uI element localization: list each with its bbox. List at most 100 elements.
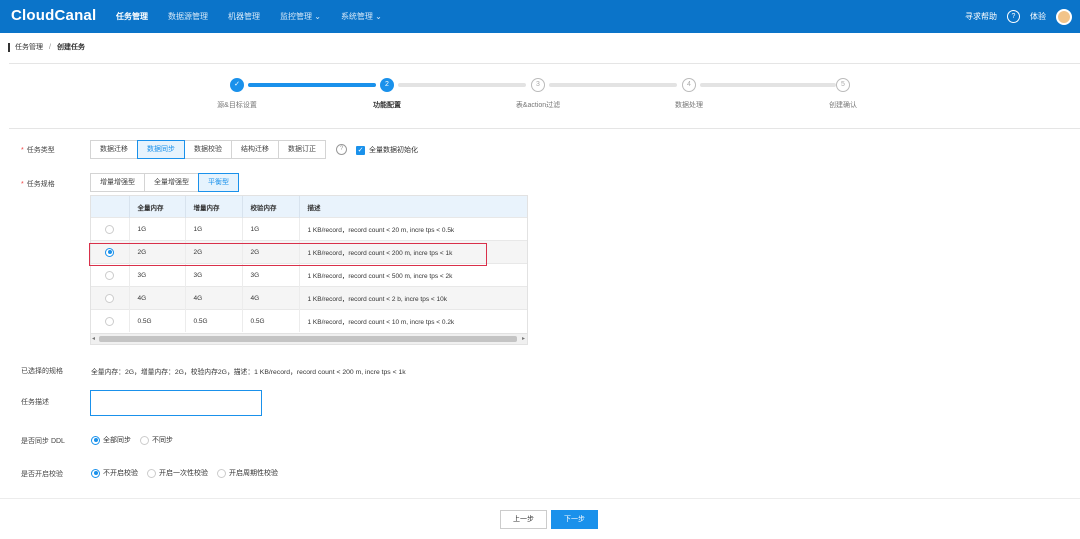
row-radio[interactable]: [105, 224, 115, 234]
task-type-group: 数据迁移 数据同步 数据校验 结构迁移 数据订正: [90, 140, 326, 159]
radio-selected[interactable]: [91, 468, 100, 478]
nav-item-task-management[interactable]: 任务管理: [106, 0, 158, 33]
user-name[interactable]: 体验: [1030, 11, 1046, 22]
cell-incr-memory: 2G: [185, 240, 243, 264]
full-init-label[interactable]: 全量数据初始化: [369, 145, 418, 155]
full-init-checkbox[interactable]: ✓: [356, 145, 365, 155]
cell-full-memory: 0.5G: [129, 309, 186, 332]
step-4-circle: 4: [682, 78, 696, 92]
sync-ddl-option-all-label: 全部同步: [103, 437, 131, 444]
verify-radio-group: 不开启校验 开启一次性校验 开启周期性校验: [91, 468, 287, 478]
step-2-label: 功能配置: [373, 102, 401, 109]
col-header-full-memory: 全量内存: [129, 196, 186, 218]
step-line-1: [248, 83, 376, 87]
scroll-right-arrow-icon[interactable]: ▸: [522, 335, 525, 342]
step-4-label: 数据处理: [675, 102, 703, 109]
radio-selected[interactable]: [91, 435, 100, 445]
verify-option-off-label: 不开启校验: [103, 470, 138, 477]
cell-full-memory: 1G: [129, 217, 186, 241]
task-type-migration[interactable]: 数据迁移: [90, 140, 138, 159]
radio[interactable]: [147, 468, 156, 478]
nav-item-system-management[interactable]: 系统管理 ⌄: [331, 0, 392, 33]
step-2-circle: 2: [380, 78, 394, 92]
spec-table-grid: 全量内存 增量内存 校验内存 描述 1G 1G 1G 1 KB/record，r…: [91, 196, 527, 332]
spec-balanced[interactable]: 平衡型: [198, 173, 239, 192]
cell-full-memory: 3G: [129, 263, 186, 287]
selected-spec-label: 已选择的规格: [21, 368, 63, 375]
task-desc-textarea[interactable]: [90, 390, 262, 416]
help-link[interactable]: 寻求帮助: [965, 11, 997, 22]
verify-option-off[interactable]: 不开启校验: [91, 468, 138, 478]
table-row[interactable]: 2G 2G 2G 1 KB/record，record count < 200 …: [91, 240, 527, 264]
verify-option-once-label: 开启一次性校验: [159, 470, 208, 477]
step-line-4: [700, 83, 836, 87]
step-progress: ✓ 2 3 4 5 源&目标设置 功能配置 表&action过滤 数据处理 创建…: [9, 64, 1080, 129]
cell-incr-memory: 4G: [185, 286, 243, 310]
question-circle-icon[interactable]: ?: [1007, 10, 1020, 23]
step-3-label: 表&action过滤: [515, 102, 561, 109]
task-type-correction[interactable]: 数据订正: [278, 140, 326, 159]
prev-step-button[interactable]: 上一步: [500, 510, 547, 529]
verify-option-once[interactable]: 开启一次性校验: [147, 468, 208, 478]
question-circle-icon[interactable]: ?: [336, 144, 347, 155]
breadcrumb-root[interactable]: 任务管理: [15, 42, 43, 52]
cell-description: 1 KB/record，record count < 200 m, incre …: [299, 240, 527, 264]
radio[interactable]: [217, 468, 226, 478]
table-row[interactable]: 3G 3G 3G 1 KB/record，record count < 500 …: [91, 263, 527, 287]
cell-incr-memory: 1G: [185, 217, 243, 241]
full-init-checkbox-wrap: ✓ 全量数据初始化: [356, 145, 418, 155]
step-3-circle: 3: [531, 78, 545, 92]
task-spec-group: 增量增强型 全量增强型 平衡型: [90, 173, 239, 192]
top-navbar: CloudCanal 任务管理 数据源管理 机器管理 监控管理 ⌄ 系统管理 ⌄…: [0, 0, 1080, 33]
cell-description: 1 KB/record，record count < 10 m, incre t…: [299, 309, 527, 332]
cell-description: 1 KB/record，record count < 20 m, incre t…: [299, 217, 527, 241]
table-horizontal-scrollbar[interactable]: ◂ ▸: [91, 333, 527, 344]
cell-verify-memory: 3G: [242, 263, 300, 287]
main-nav: 任务管理 数据源管理 机器管理 监控管理 ⌄ 系统管理 ⌄: [106, 0, 392, 33]
cell-description: 1 KB/record，record count < 500 m, incre …: [299, 263, 527, 287]
col-header-incr-memory: 增量内存: [185, 196, 243, 218]
scroll-thumb[interactable]: [99, 336, 517, 342]
cell-description: 1 KB/record，record count < 2 b, incre tp…: [299, 286, 527, 310]
selected-spec-value: 全量内存：2G，增量内存：2G，校验内存2G，描述：1 KB/record，re…: [91, 369, 406, 376]
nav-item-datasource-management[interactable]: 数据源管理: [158, 0, 218, 33]
spec-incremental-enhanced[interactable]: 增量增强型: [90, 173, 145, 192]
task-spec-label: * 任务规格: [21, 179, 55, 189]
task-type-sync[interactable]: 数据同步: [137, 140, 185, 159]
task-spec-label-text: 任务规格: [26, 181, 55, 188]
col-header-verify-memory: 校验内存: [242, 196, 300, 218]
task-type-label: * 任务类型: [21, 145, 55, 155]
cell-verify-memory: 0.5G: [242, 309, 300, 332]
scroll-left-arrow-icon[interactable]: ◂: [92, 335, 95, 342]
next-step-button[interactable]: 下一步: [551, 510, 598, 529]
row-radio[interactable]: [105, 316, 115, 326]
step-5-circle: 5: [836, 78, 850, 92]
row-radio[interactable]: [105, 293, 115, 303]
radio[interactable]: [140, 435, 149, 445]
breadcrumb-separator: /: [49, 43, 51, 51]
step-1-label: 源&目标设置: [217, 102, 257, 109]
sync-ddl-option-none-label: 不同步: [152, 437, 173, 444]
verify-option-periodic[interactable]: 开启周期性校验: [217, 468, 278, 478]
row-radio[interactable]: [105, 270, 115, 280]
task-type-structure[interactable]: 结构迁移: [231, 140, 279, 159]
spec-full-enhanced[interactable]: 全量增强型: [144, 173, 199, 192]
avatar[interactable]: [1056, 8, 1072, 25]
step-line-2: [398, 83, 526, 87]
nav-item-monitor-management[interactable]: 监控管理 ⌄: [270, 0, 331, 33]
breadcrumb: 任务管理 / 创建任务: [8, 41, 85, 53]
table-row[interactable]: 4G 4G 4G 1 KB/record，record count < 2 b,…: [91, 286, 527, 310]
sync-ddl-option-all[interactable]: 全部同步: [91, 435, 131, 445]
verify-option-periodic-label: 开启周期性校验: [229, 470, 278, 477]
table-row[interactable]: 1G 1G 1G 1 KB/record，record count < 20 m…: [91, 217, 527, 241]
nav-item-machine-management[interactable]: 机器管理: [218, 0, 270, 33]
cell-incr-memory: 0.5G: [185, 309, 243, 332]
sync-ddl-radio-group: 全部同步 不同步: [91, 435, 182, 445]
app-logo[interactable]: CloudCanal: [11, 7, 96, 24]
row-radio-selected[interactable]: [105, 247, 115, 257]
breadcrumb-current: 创建任务: [56, 44, 85, 51]
sync-ddl-option-none[interactable]: 不同步: [140, 435, 173, 445]
task-type-verify[interactable]: 数据校验: [184, 140, 232, 159]
cell-full-memory: 2G: [129, 240, 186, 264]
table-row[interactable]: 0.5G 0.5G 0.5G 1 KB/record，record count …: [91, 309, 527, 332]
